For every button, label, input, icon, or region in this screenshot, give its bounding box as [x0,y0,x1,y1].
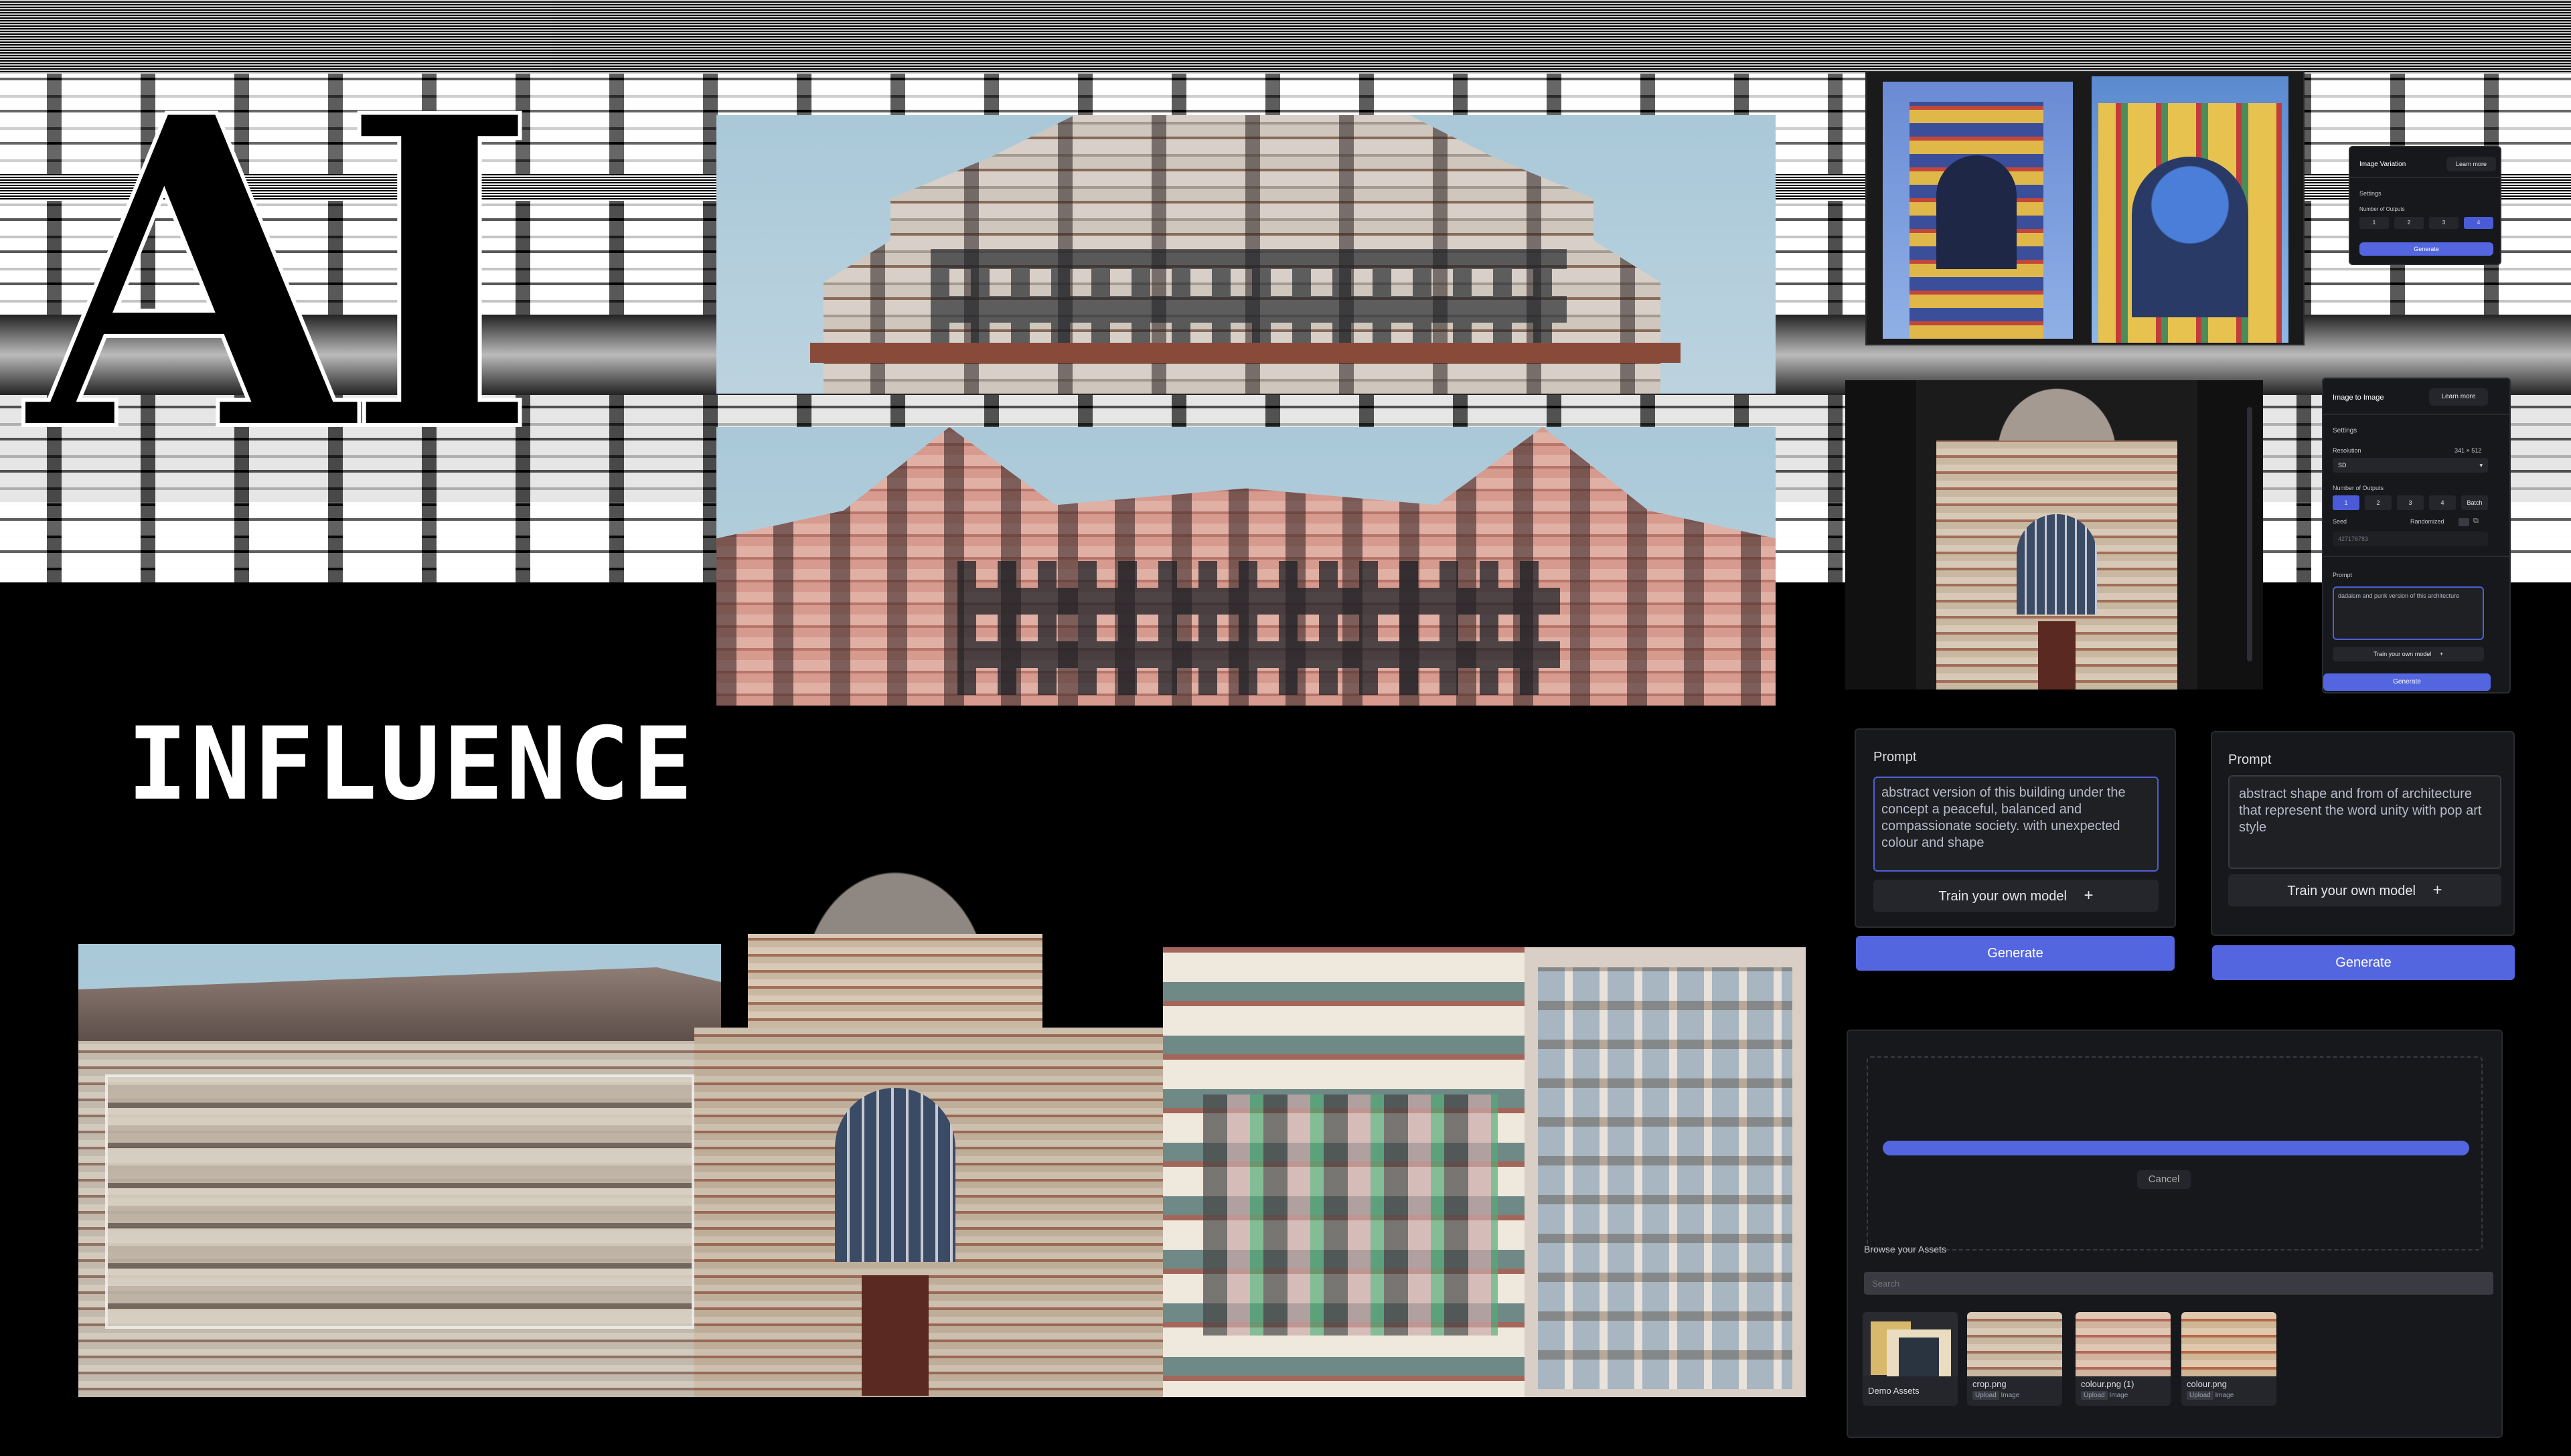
image-to-image-output-option-selected[interactable]: 1 [2333,495,2359,510]
asset-thumbnail [2076,1312,2171,1376]
upload-cancel-button[interactable]: Cancel [2137,1170,2191,1189]
asset-name: crop.png [1972,1379,2007,1389]
image-variation-settings-label: Settings [2359,190,2382,197]
prompt-panel-1-generate-button[interactable]: Generate [1856,936,2175,971]
prompt-panel-1-label: Prompt [1873,750,1917,764]
image-to-image-source-image[interactable] [1916,380,2197,690]
prompt-panel-1: Prompt abstract version of this building… [1855,728,2176,928]
chevron-down-icon: ▾ [2479,462,2483,469]
image-to-image-generate-button[interactable]: Generate [2323,673,2491,691]
upload-progress-bar [1883,1141,2469,1155]
asset-name: colour.png [2187,1379,2227,1389]
image-to-image-train-label: Train your own model [2373,651,2432,657]
asset-tag: Upload Image [2076,1391,2171,1400]
plus-icon: + [2432,881,2442,899]
variation-results [1865,71,2305,345]
asset-card[interactable]: colour.png (1) Upload Image [2076,1312,2171,1406]
image-variation-output-option[interactable]: 3 [2429,217,2459,229]
image-to-image-panel: Image to Image Learn more Settings Resol… [2322,378,2511,694]
image-to-image-outputs-selector: 1 2 3 4 Batch [2333,495,2488,510]
prompt-panel-2-train-model-button[interactable]: Train your own model + [2228,874,2501,906]
generated-image-pink-palace[interactable] [716,427,1776,706]
asset-thumbnail [1967,1312,2062,1376]
prompt-panel-1-input[interactable]: abstract version of this building under … [1873,777,2159,872]
image-variation-title: Image Variation [2359,161,2406,168]
poster-subtitle: INFLUENCE [127,706,696,823]
browse-assets-label: Browse your Assets [1864,1244,1946,1255]
image-variation-output-option[interactable]: 2 [2394,217,2424,229]
folder-icon [1863,1312,1958,1376]
image-variation-output-option-selected[interactable]: 4 [2464,217,2493,229]
plus-icon: + [2084,886,2094,904]
image-to-image-seed-input[interactable]: 427176783 [2333,532,2488,546]
image-to-image-seed-toggle[interactable] [2459,518,2469,526]
assets-search-input[interactable] [1864,1272,2493,1295]
prompt-panel-2-generate-button[interactable]: Generate [2212,945,2515,980]
asset-thumbnail [2181,1312,2276,1376]
image-variation-output-option[interactable]: 1 [2359,217,2389,229]
generated-collage-image[interactable] [78,854,1806,1397]
asset-name: Demo Assets [1868,1386,1920,1396]
image-to-image-prompt-input[interactable]: dadaism and punk version of this archite… [2333,586,2484,640]
image-to-image-seed-label: Seed [2333,518,2347,525]
image-to-image-settings-label: Settings [2333,427,2357,434]
prompt-panel-2-input[interactable]: abstract shape and from of architecture … [2228,775,2501,869]
prompt-panel-2: Prompt abstract shape and from of archit… [2211,731,2515,936]
ai-poster: AI [0,0,2571,582]
image-to-image-resolution-label: Resolution [2333,447,2361,454]
image-to-image-output-option-batch[interactable]: Batch [2461,495,2488,510]
prompt-panel-1-train-label: Train your own model [1938,889,2067,904]
image-to-image-seed-mode: Randomized [2410,518,2444,525]
image-variation-outputs-label: Number of Outputs [2359,206,2405,212]
prompt-panel-2-train-label: Train your own model [2287,884,2416,898]
image-to-image-canvas [1845,380,2263,690]
image-to-image-model-select[interactable]: SD ▾ [2333,458,2488,473]
image-to-image-prompt-label: Prompt [2333,572,2353,578]
variation-image-2[interactable] [2092,76,2288,343]
variation-image-1[interactable] [1883,82,2073,339]
asset-tag: Upload Image [2181,1391,2276,1400]
asset-card[interactable]: colour.png Upload Image [2181,1312,2276,1406]
generated-image-grey-palace[interactable] [716,115,1776,394]
asset-card[interactable]: Demo Assets [1863,1312,1958,1406]
image-to-image-learn-more-button[interactable]: Learn more [2429,388,2488,406]
image-to-image-title: Image to Image [2333,394,2384,402]
image-variation-outputs-selector: 1 2 3 4 [2359,217,2493,229]
image-variation-generate-button[interactable]: Generate [2359,242,2493,256]
image-to-image-resolution-value: 341 × 512 [2455,447,2482,454]
prompt-panel-1-train-model-button[interactable]: Train your own model + [1873,880,2159,912]
image-to-image-train-model-button[interactable]: Train your own model + [2333,647,2484,661]
image-variation-panel: Image Variation Learn more Settings Numb… [2349,146,2501,265]
upload-dropzone[interactable]: Cancel [1867,1056,2483,1250]
prompt-panel-2-label: Prompt [2228,752,2272,767]
image-to-image-output-option[interactable]: 4 [2429,495,2456,510]
asset-tag: Upload Image [1967,1391,2062,1400]
image-to-image-outputs-label: Number of Outputs [2333,485,2384,491]
image-to-image-output-option[interactable]: 3 [2397,495,2424,510]
plus-icon: + [2439,651,2443,657]
poster-letters: AI [25,23,542,526]
asset-name: colour.png (1) [2081,1379,2134,1389]
image-to-image-model-value: SD [2338,462,2347,469]
asset-card[interactable]: crop.png Upload Image [1967,1312,2062,1406]
image-variation-learn-more-button[interactable]: Learn more [2446,157,2496,171]
image-to-image-output-option[interactable]: 2 [2365,495,2392,510]
copy-icon[interactable]: ⧉ [2473,517,2479,525]
image-to-image-scrollbar[interactable] [2247,407,2252,661]
